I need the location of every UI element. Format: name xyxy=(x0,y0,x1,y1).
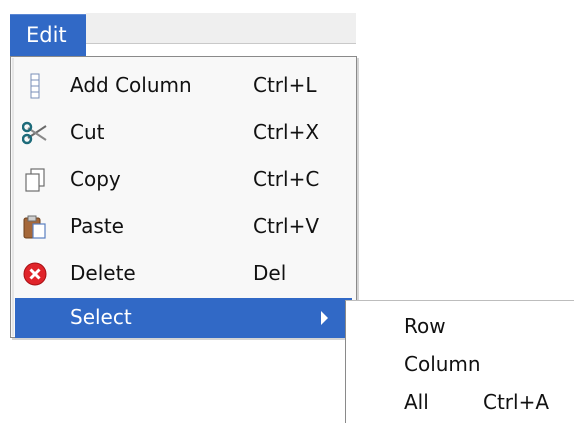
edit-dropdown-menu: Add Column Ctrl+L Cut Ctrl+X Copy Ctrl+C… xyxy=(10,56,357,338)
select-submenu: Row Column All Ctrl+A xyxy=(345,300,574,423)
paste-icon xyxy=(22,214,48,240)
menu-item-shortcut: Ctrl+L xyxy=(253,73,317,97)
copy-icon xyxy=(22,167,48,193)
menu-item-cut[interactable]: Cut Ctrl+X xyxy=(15,110,352,156)
menu-item-label: Cut xyxy=(70,120,105,144)
menubar xyxy=(86,13,356,43)
chevron-right-icon xyxy=(321,311,328,325)
scissors-icon xyxy=(21,120,48,146)
submenu-item-row[interactable]: Row xyxy=(346,306,574,344)
menu-item-shortcut: Ctrl+X xyxy=(253,120,320,144)
submenu-item-label: All xyxy=(404,390,429,414)
menu-item-shortcut: Del xyxy=(253,261,287,285)
menubar-divider xyxy=(86,43,356,44)
submenu-item-column[interactable]: Column xyxy=(346,344,574,382)
submenu-item-shortcut: Ctrl+A xyxy=(483,390,550,414)
menu-item-shortcut: Ctrl+V xyxy=(253,214,320,238)
menu-item-copy[interactable]: Copy Ctrl+C xyxy=(15,157,352,203)
delete-icon xyxy=(22,261,48,287)
menu-item-label: Paste xyxy=(70,214,124,238)
app-window: Edit Add Column Ctrl+L Cut Ctrl+X Copy C… xyxy=(0,0,574,423)
menu-item-paste[interactable]: Paste Ctrl+V xyxy=(15,204,352,250)
submenu-item-label: Column xyxy=(404,352,481,376)
menu-edit[interactable]: Edit xyxy=(10,14,86,56)
menu-item-label: Delete xyxy=(70,261,136,285)
column-icon xyxy=(22,73,48,99)
menu-edit-label: Edit xyxy=(26,23,67,47)
submenu-item-all[interactable]: All Ctrl+A xyxy=(346,382,574,420)
menu-item-delete[interactable]: Delete Del xyxy=(15,251,352,297)
menu-item-label: Copy xyxy=(70,167,121,191)
submenu-item-label: Row xyxy=(404,314,446,338)
menu-item-shortcut: Ctrl+C xyxy=(253,167,320,191)
menu-item-label: Add Column xyxy=(70,73,192,97)
menu-item-label: Select xyxy=(70,305,132,329)
menu-item-select[interactable]: Select xyxy=(15,298,352,338)
menu-gutter xyxy=(12,58,14,336)
menu-item-add-column[interactable]: Add Column Ctrl+L xyxy=(15,63,352,109)
